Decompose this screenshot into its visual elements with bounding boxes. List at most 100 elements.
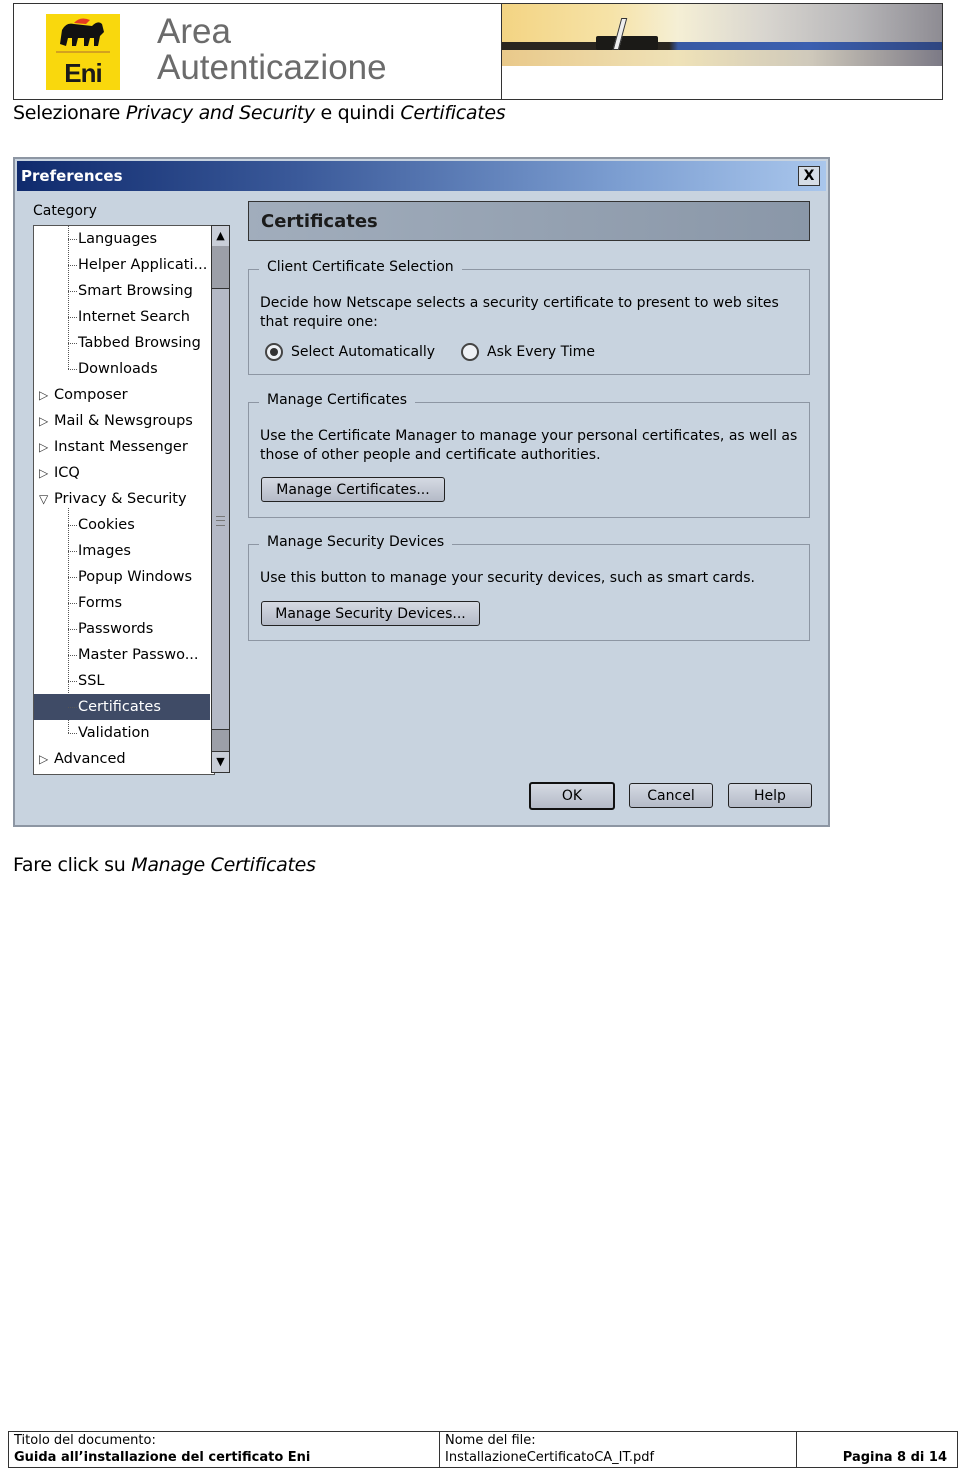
radio-label: Select Automatically: [291, 344, 436, 360]
arrow-up-icon: ▲: [216, 229, 225, 242]
tree-connector: [68, 239, 77, 240]
file-name-label: Nome del file:: [445, 1433, 536, 1448]
tree-item-label: Instant Messenger: [54, 439, 188, 455]
tree-item[interactable]: Validation: [34, 720, 210, 746]
radio-select-automatically[interactable]: Select Automatically: [265, 343, 435, 361]
tree-item[interactable]: Certificates: [34, 694, 210, 720]
tree-item-label: Popup Windows: [78, 569, 193, 585]
tree-item[interactable]: Popup Windows: [34, 564, 210, 590]
document-header: Eni Area Autenticazione: [13, 3, 943, 100]
area-title-line2: Autenticazione: [157, 48, 387, 87]
tree-item[interactable]: Passwords: [34, 616, 210, 642]
tree-item[interactable]: Smart Browsing: [34, 278, 210, 304]
radio-ask-every-time[interactable]: Ask Every Time: [461, 343, 595, 361]
tree-connector: [68, 291, 77, 292]
tree-item[interactable]: Downloads: [34, 356, 210, 382]
tree-item[interactable]: Master Passwo...: [34, 642, 210, 668]
scroll-track-lower[interactable]: [212, 729, 229, 752]
tree-item[interactable]: Tabbed Browsing: [34, 330, 210, 356]
tree-item[interactable]: ▷ Instant Messenger: [34, 434, 210, 460]
tree-item[interactable]: Helper Applicati...: [34, 252, 210, 278]
arrow-down-icon: ▼: [216, 755, 225, 768]
radio-checked-icon: [265, 343, 283, 361]
twisty-collapsed-icon[interactable]: ▷: [39, 434, 48, 460]
close-button[interactable]: X: [798, 166, 820, 186]
tree-connector: [68, 265, 77, 266]
dialog-title: Preferences: [21, 167, 123, 185]
tree-connector: [68, 681, 77, 682]
file-name: InstallazioneCertificatoCA_IT.pdf: [445, 1450, 655, 1465]
radio-unchecked-icon: [461, 343, 479, 361]
help-button[interactable]: Help: [728, 783, 812, 808]
tree-item[interactable]: ▷ Advanced: [34, 746, 210, 772]
security-devices-group: Manage Security Devices Use this button …: [248, 534, 810, 641]
client-cert-description: Decide how Netscape selects a security c…: [260, 295, 779, 330]
twisty-collapsed-icon[interactable]: ▷: [39, 746, 48, 772]
area-title: Area Autenticazione: [157, 14, 387, 86]
tree-item-label: Validation: [78, 725, 150, 741]
tree-item-label: SSL: [78, 673, 105, 689]
security-devices-legend: Manage Security Devices: [259, 534, 453, 550]
tree-item-label: Privacy & Security: [54, 491, 187, 507]
tree-item-label: Internet Search: [78, 309, 190, 325]
tree-item[interactable]: SSL: [34, 668, 210, 694]
document-footer: Titolo del documento: Guida all’installa…: [8, 1431, 958, 1468]
tree-item-label: Master Passwo...: [78, 647, 199, 663]
radio-label: Ask Every Time: [487, 344, 595, 360]
area-title-line1: Area: [157, 12, 231, 51]
twisty-collapsed-icon[interactable]: ▷: [39, 460, 48, 486]
tree-item[interactable]: Cookies: [34, 512, 210, 538]
tree-item[interactable]: Images: [34, 538, 210, 564]
tree-item[interactable]: ▷ Composer: [34, 382, 210, 408]
manage-certificates-button[interactable]: Manage Certificates...: [261, 477, 445, 502]
tree-item-label: Advanced: [54, 751, 126, 767]
tree-item[interactable]: Forms: [34, 590, 210, 616]
tree-item-label: Passwords: [78, 621, 154, 637]
tree-connector: [68, 629, 77, 630]
tree-connector: [68, 551, 77, 552]
scroll-thumb[interactable]: [212, 246, 229, 289]
tree-item[interactable]: ▷ ICQ: [34, 460, 210, 486]
tree-connector: [68, 655, 77, 656]
ok-button[interactable]: OK: [529, 782, 615, 810]
scroll-down-button[interactable]: ▼: [212, 751, 229, 772]
tree-connector: [68, 577, 77, 578]
page-number: Pagina 8 di 14: [842, 1450, 947, 1465]
doc-title-label: Titolo del documento:: [14, 1433, 156, 1448]
tree-connector: [68, 369, 77, 370]
manage-security-devices-button[interactable]: Manage Security Devices...: [261, 601, 480, 626]
tree-item[interactable]: Internet Search: [34, 304, 210, 330]
instruction-select-privacy: Selezionare Privacy and Security e quind…: [13, 102, 506, 124]
footer-doc-title-cell: Titolo del documento: Guida all’installa…: [9, 1432, 440, 1467]
footer-file-cell: Nome del file: InstallazioneCertificatoC…: [440, 1432, 797, 1467]
client-cert-group: Client Certificate Selection Decide how …: [248, 259, 810, 375]
tree-connector: [68, 317, 77, 318]
six-legged-dog-icon: [56, 18, 110, 53]
tree-scrollbar[interactable]: ▲ ▼: [211, 225, 230, 773]
twisty-expanded-icon[interactable]: ▽: [39, 486, 48, 512]
tree-item[interactable]: Languages: [34, 226, 210, 252]
twisty-collapsed-icon[interactable]: ▷: [39, 408, 48, 434]
close-icon: X: [803, 168, 815, 184]
tree-connector: [68, 343, 77, 344]
panel-title: Certificates: [261, 211, 378, 232]
tree-item[interactable]: ▷ Mail & Newsgroups: [34, 408, 210, 434]
tree-item-label: Images: [78, 543, 131, 559]
tree-item-label: Composer: [54, 387, 128, 403]
twisty-collapsed-icon[interactable]: ▷: [39, 382, 48, 408]
tree-item[interactable]: ▽ Privacy & Security: [34, 486, 210, 512]
tree-item-label: Smart Browsing: [78, 283, 193, 299]
cancel-button[interactable]: Cancel: [629, 783, 713, 808]
scroll-up-button[interactable]: ▲: [212, 226, 229, 247]
tree-item-label: Certificates: [78, 699, 161, 715]
manage-certs-description: Use the Certificate Manager to manage yo…: [260, 428, 798, 463]
dialog-titlebar[interactable]: Preferences X: [17, 161, 826, 191]
tree-item-label: Tabbed Browsing: [78, 335, 201, 351]
header-left: Eni Area Autenticazione: [14, 4, 502, 99]
panel-header: Certificates: [248, 201, 810, 241]
tree-item-label: Mail & Newsgroups: [54, 413, 193, 429]
category-tree[interactable]: Languages Helper Applicati... Smart Browsi…: [33, 225, 215, 775]
tree-item-label: ICQ: [54, 465, 80, 481]
tree-connector: [68, 733, 77, 734]
scroll-grip-icon: [216, 516, 225, 526]
